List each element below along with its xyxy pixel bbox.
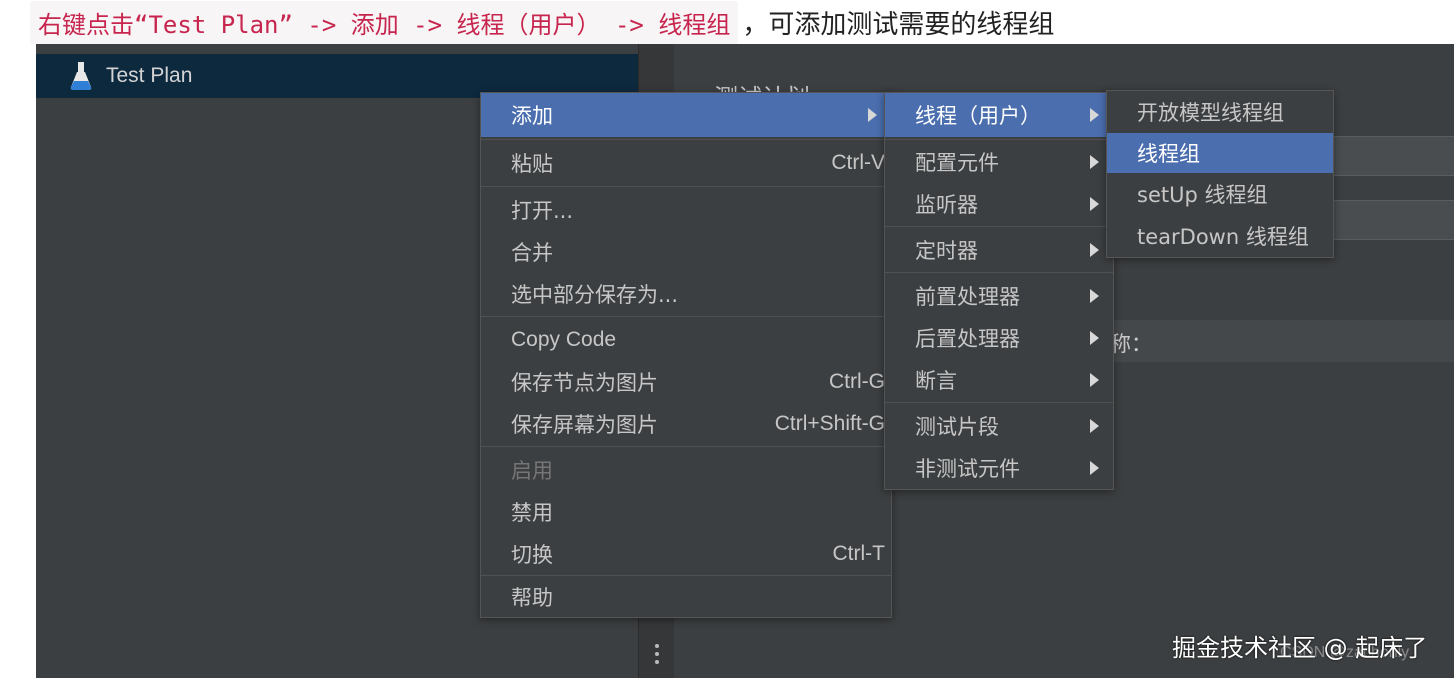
submenu-item-pre-processor[interactable]: 前置处理器 xyxy=(885,275,1113,317)
submenu-item-config-element[interactable]: 配置元件 xyxy=(885,141,1113,183)
tree-item-label: Test Plan xyxy=(106,64,193,87)
chevron-right-icon xyxy=(868,108,877,122)
menu-divider xyxy=(481,575,891,576)
instruction-code: 右键点击“Test Plan” -> 添加 -> 线程（用户） -> 线程组 xyxy=(30,0,739,44)
menu-item-enable: 启用 xyxy=(511,459,553,483)
menu-item-save-node-image[interactable]: 保存节点为图片 Ctrl-G xyxy=(481,361,891,403)
submenu-item-thread-group[interactable]: 线程组 xyxy=(1107,133,1333,173)
menu-divider xyxy=(885,272,1113,273)
chevron-right-icon xyxy=(1090,289,1099,303)
instruction-text: ，可添加测试需要的线程组 xyxy=(742,9,1055,40)
menu-divider xyxy=(885,226,1113,227)
submenu-item-setup-thread-group[interactable]: setUp 线程组 xyxy=(1107,173,1333,215)
submenu-item-test-fragment[interactable]: 测试片段 xyxy=(885,405,1113,447)
menu-item-copy-code[interactable]: Copy Code xyxy=(481,319,891,361)
menu-item-open[interactable]: 打开... xyxy=(481,189,891,231)
menu-item-merge[interactable]: 合并 xyxy=(481,231,891,273)
chevron-right-icon xyxy=(1090,461,1099,475)
add-submenu: 线程（用户） 配置元件 监听器 定时器 前置处理器 后置处理器 断言 测试片段 … xyxy=(884,92,1114,490)
chevron-right-icon xyxy=(1090,419,1099,433)
chevron-right-icon xyxy=(1090,373,1099,387)
menu-item-toggle[interactable]: 切换 Ctrl-T xyxy=(481,533,891,575)
name-label: 称： xyxy=(1110,332,1152,356)
instruction-caption: 右键点击“Test Plan” -> 添加 -> 线程（用户） -> 线程组 ，… xyxy=(30,0,1054,44)
chevron-right-icon xyxy=(1090,331,1099,345)
chevron-right-icon xyxy=(1090,155,1099,169)
menu-divider xyxy=(885,402,1113,403)
submenu-item-teardown-thread-group[interactable]: tearDown 线程组 xyxy=(1107,215,1333,257)
menu-item-paste[interactable]: 粘贴 Ctrl-V xyxy=(481,141,891,185)
menu-item-save-screen-image[interactable]: 保存屏幕为图片 Ctrl+Shift-G xyxy=(481,403,891,445)
submenu-item-non-test-element[interactable]: 非测试元件 xyxy=(885,447,1113,489)
submenu-item-assertion[interactable]: 断言 xyxy=(885,359,1113,401)
menu-item-add[interactable]: 添加 xyxy=(481,93,891,137)
chevron-right-icon xyxy=(1090,108,1099,122)
submenu-item-listener[interactable]: 监听器 xyxy=(885,183,1113,225)
menu-item-help[interactable]: 帮助 xyxy=(481,577,891,617)
thread-submenu: 开放模型线程组 线程组 setUp 线程组 tearDown 线程组 xyxy=(1106,90,1334,258)
submenu-item-open-model-thread-group[interactable]: 开放模型线程组 xyxy=(1107,91,1333,133)
juejin-watermark: 掘金技术社区 @ 起床了 xyxy=(1172,634,1428,662)
menu-item-disable[interactable]: 禁用 xyxy=(481,491,891,533)
submenu-item-post-processor[interactable]: 后置处理器 xyxy=(885,317,1113,359)
chevron-right-icon xyxy=(1090,243,1099,257)
menu-divider xyxy=(481,139,891,140)
submenu-item-threads[interactable]: 线程（用户） xyxy=(885,93,1113,137)
submenu-item-timer[interactable]: 定时器 xyxy=(885,229,1113,271)
menu-item-save-selection-as[interactable]: 选中部分保存为... xyxy=(481,273,891,315)
menu-divider xyxy=(885,139,1113,140)
chevron-right-icon xyxy=(1090,197,1099,211)
menu-divider xyxy=(481,186,891,187)
flask-icon xyxy=(70,62,92,90)
menu-divider xyxy=(481,446,891,447)
splitter-grip-icon[interactable] xyxy=(655,644,659,668)
context-menu: 添加 粘贴 Ctrl-V 打开... 合并 选中部分保存为... Copy Co… xyxy=(480,92,892,618)
menu-divider xyxy=(481,316,891,317)
